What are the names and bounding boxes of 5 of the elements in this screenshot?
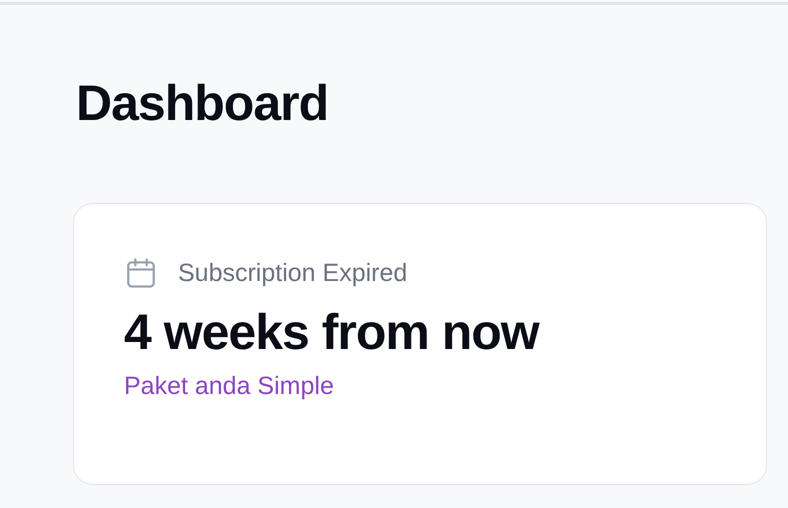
plan-note: Paket anda Simple [124,372,334,401]
card-value: 4 weeks from now [124,303,540,362]
page-title: Dashboard [76,74,330,133]
calendar-icon [124,256,158,290]
card-label: Subscription Expired [178,258,408,288]
